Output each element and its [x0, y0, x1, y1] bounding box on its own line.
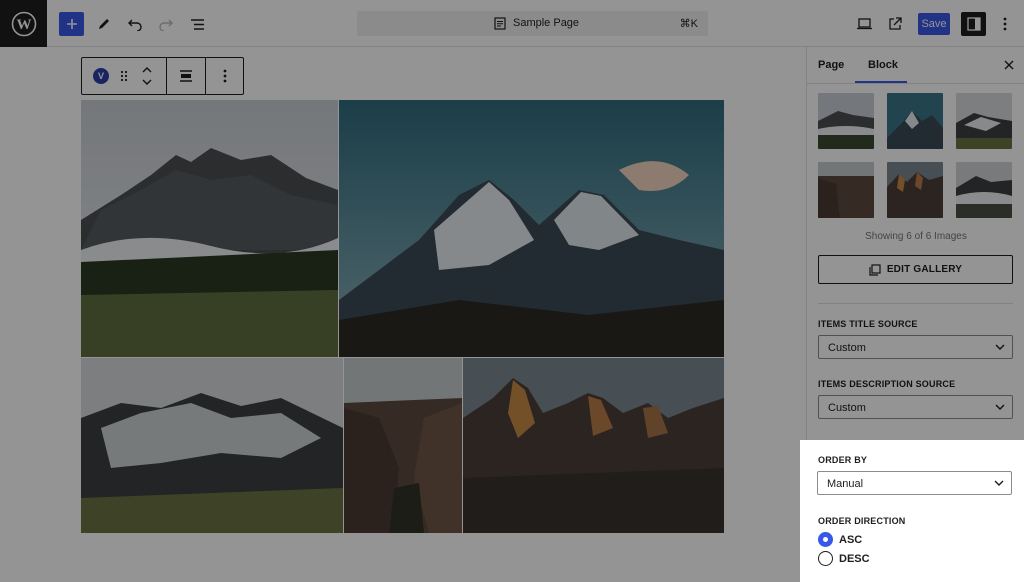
gallery-thumbnail[interactable]: [818, 93, 874, 149]
drag-handle-icon: [120, 70, 128, 82]
gallery-image[interactable]: [81, 358, 343, 533]
order-settings-panel: ORDER BY Manual ORDER DIRECTION ASC DESC: [800, 440, 1024, 582]
gallery-thumbnail[interactable]: [887, 162, 943, 218]
pencil-icon: [99, 19, 109, 29]
edit-gallery-label: EDIT GALLERY: [886, 264, 963, 275]
wordpress-logo-icon: W: [11, 11, 36, 36]
tools-button[interactable]: [93, 12, 115, 36]
more-vertical-icon: [1003, 17, 1007, 31]
list-view-icon: [190, 18, 204, 30]
move-up-down-button[interactable]: [137, 58, 157, 94]
gallery-image[interactable]: [463, 358, 724, 533]
document-title: Sample Page: [513, 17, 580, 29]
tab-block[interactable]: Block: [868, 59, 898, 71]
gallery-thumbnail[interactable]: [956, 162, 1012, 218]
gallery-image[interactable]: [339, 100, 724, 357]
add-block-button[interactable]: [59, 12, 84, 36]
preview-button[interactable]: [853, 12, 875, 36]
block-badge-icon: V: [93, 68, 109, 84]
svg-text:W: W: [16, 17, 31, 33]
shortcut-hint: ⌘K: [679, 18, 698, 30]
radio-desc[interactable]: [818, 551, 833, 566]
options-button[interactable]: [995, 12, 1015, 36]
align-icon: [180, 70, 192, 82]
block-type-button[interactable]: V: [90, 58, 112, 94]
chevron-down-icon: [994, 480, 1004, 486]
gallery-thumbnail[interactable]: [818, 162, 874, 218]
select-value: Manual: [827, 478, 864, 490]
drag-handle[interactable]: [114, 58, 134, 94]
gallery-block[interactable]: [81, 100, 724, 533]
radio-label: ASC: [839, 533, 863, 546]
block-toolbar: V: [81, 57, 244, 95]
chevron-down-icon: [995, 404, 1005, 410]
view-page-button[interactable]: [884, 12, 906, 36]
order-by-select[interactable]: Manual: [817, 471, 1012, 495]
wordpress-logo-button[interactable]: W: [0, 0, 47, 47]
gallery-thumbnail[interactable]: [956, 93, 1012, 149]
items-description-source-select[interactable]: Custom: [818, 395, 1013, 419]
command-palette-bar[interactable]: Sample Page ⌘K: [357, 11, 708, 36]
gallery-thumbnail[interactable]: [887, 93, 943, 149]
gallery-icon: [869, 263, 881, 276]
edit-gallery-button[interactable]: EDIT GALLERY: [818, 255, 1013, 284]
panel-divider: [818, 303, 1013, 304]
close-icon: [1004, 60, 1014, 70]
order-direction-label: ORDER DIRECTION: [818, 516, 906, 526]
gallery-image[interactable]: [344, 358, 462, 533]
document-overview-button[interactable]: [186, 12, 208, 36]
select-value: Custom: [828, 342, 866, 354]
sidebar-tabs: Page Block: [807, 47, 1024, 84]
tab-page[interactable]: Page: [818, 59, 844, 71]
more-vertical-icon: [223, 69, 227, 83]
align-button[interactable]: [167, 58, 205, 94]
order-asc-option[interactable]: ASC: [818, 532, 862, 547]
order-desc-option[interactable]: DESC: [818, 551, 870, 566]
items-title-source-select[interactable]: Custom: [818, 335, 1013, 359]
sidebar-icon: [966, 17, 981, 31]
radio-asc[interactable]: [818, 532, 833, 547]
page-icon: [494, 17, 506, 30]
redo-button[interactable]: [155, 12, 177, 36]
showing-count-text: Showing 6 of 6 Images: [865, 231, 967, 242]
plus-icon: [66, 19, 77, 29]
redo-icon: [159, 19, 173, 31]
close-sidebar-button[interactable]: [1004, 57, 1014, 74]
settings-sidebar-toggle[interactable]: [961, 12, 986, 36]
select-value: Custom: [828, 402, 866, 414]
desktop-icon: [856, 18, 872, 30]
block-options-button[interactable]: [206, 58, 244, 94]
items-title-source-label: ITEMS TITLE SOURCE: [818, 319, 918, 329]
order-by-label: ORDER BY: [818, 455, 868, 465]
undo-button[interactable]: [124, 12, 146, 36]
items-description-source-label: ITEMS DESCRIPTION SOURCE: [818, 379, 956, 389]
move-arrows-icon: [142, 67, 152, 85]
editor-header: W Sample Page ⌘K Save: [0, 0, 1024, 47]
external-link-icon: [889, 17, 902, 30]
radio-label: DESC: [839, 552, 870, 565]
undo-icon: [128, 19, 142, 31]
gallery-image[interactable]: [81, 100, 338, 357]
save-button[interactable]: Save: [918, 13, 950, 35]
active-tab-indicator: [855, 81, 907, 83]
chevron-down-icon: [995, 344, 1005, 350]
